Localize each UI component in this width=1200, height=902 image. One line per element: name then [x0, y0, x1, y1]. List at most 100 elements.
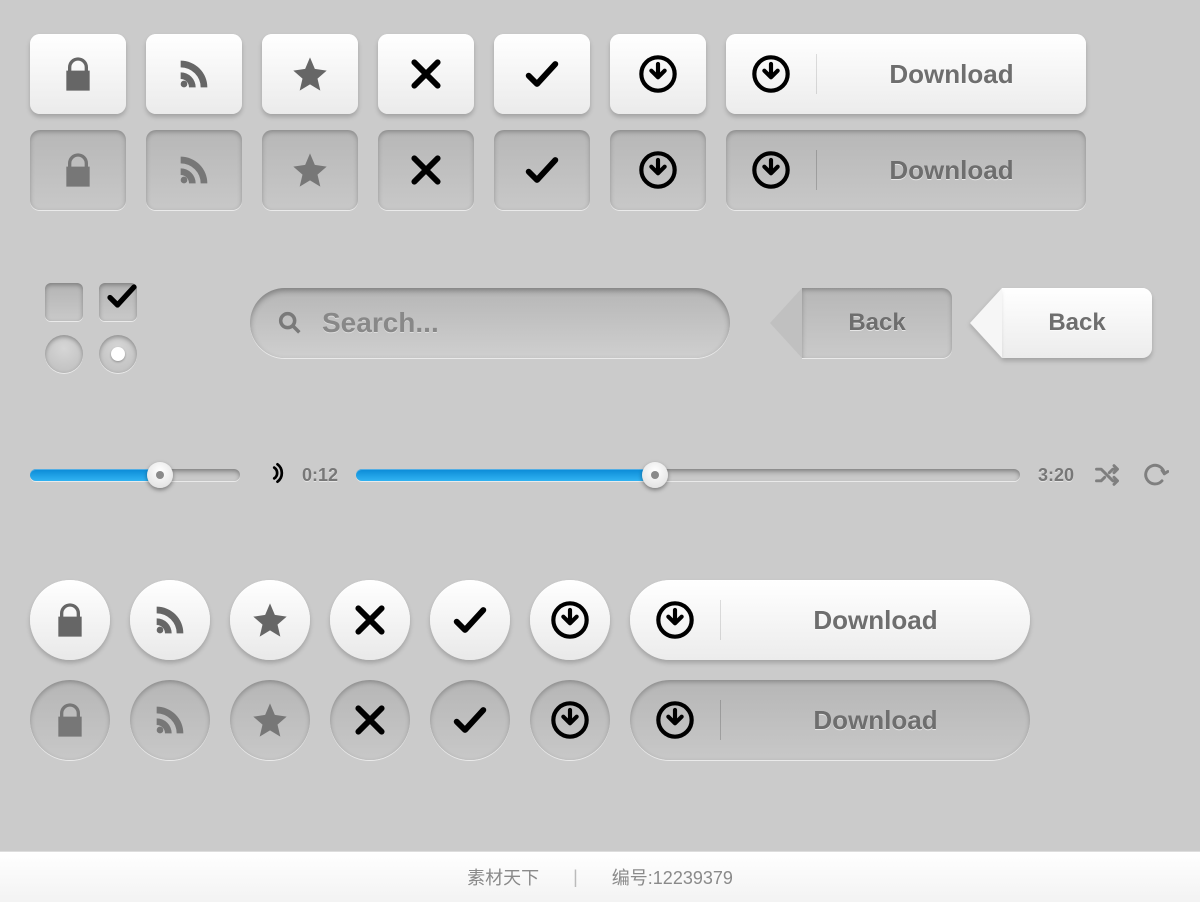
star-button-pressed[interactable] [262, 130, 358, 210]
round-button-row-pressed: Download [30, 680, 1030, 760]
star-button[interactable] [230, 580, 310, 660]
close-button-pressed[interactable] [330, 680, 410, 760]
check-icon [450, 600, 490, 640]
star-icon [290, 54, 330, 94]
repeat-button[interactable] [1140, 460, 1170, 490]
slider-thumb[interactable] [147, 462, 173, 488]
download-arrow-icon [655, 700, 695, 740]
back-button-raised[interactable]: Back [970, 288, 1152, 358]
lock-icon [50, 700, 90, 740]
rss-button-pressed[interactable] [130, 680, 210, 760]
check-button[interactable] [430, 580, 510, 660]
round-button-row-light: Download [30, 580, 1030, 660]
download-arrow-icon [638, 150, 678, 190]
download-button-pressed[interactable]: Download [630, 680, 1030, 760]
download-icon-button[interactable] [530, 580, 610, 660]
download-icon-button-pressed[interactable] [530, 680, 610, 760]
progress-slider[interactable] [356, 469, 1020, 481]
search-placeholder: Search... [322, 307, 439, 339]
back-arrow-icon [770, 288, 802, 358]
close-icon [350, 700, 390, 740]
checkbox-checked[interactable] [99, 283, 137, 321]
download-button[interactable]: Download [630, 580, 1030, 660]
star-icon [290, 150, 330, 190]
star-icon [250, 600, 290, 640]
check-icon [450, 700, 490, 740]
download-arrow-icon [550, 700, 590, 740]
download-arrow-icon [638, 54, 678, 94]
rss-icon [174, 54, 214, 94]
footer-item: 编号:12239379 [612, 864, 733, 890]
lock-icon [58, 54, 98, 94]
download-button-label: Download [817, 59, 1086, 90]
download-arrow-icon [550, 600, 590, 640]
check-icon [104, 278, 140, 314]
download-button-label: Download [721, 705, 1030, 736]
volume-fill [30, 469, 160, 481]
radio-unselected[interactable] [45, 335, 83, 373]
close-icon [406, 150, 446, 190]
repeat-icon [1141, 461, 1169, 489]
square-button-row-pressed: Download [30, 130, 1086, 210]
lock-icon [58, 150, 98, 190]
close-button[interactable] [378, 34, 474, 114]
back-label: Back [848, 309, 905, 337]
star-button[interactable] [262, 34, 358, 114]
download-arrow-icon [655, 600, 695, 640]
download-arrow-icon [751, 150, 791, 190]
download-button-label: Download [721, 605, 1030, 636]
shuffle-icon [1093, 461, 1121, 489]
shuffle-button[interactable] [1092, 460, 1122, 490]
download-button-label: Download [817, 155, 1086, 186]
download-arrow-icon [751, 54, 791, 94]
check-icon [522, 150, 562, 190]
lock-button[interactable] [30, 580, 110, 660]
star-icon [250, 700, 290, 740]
time-elapsed: 0:12 [302, 465, 338, 486]
volume-slider[interactable] [30, 469, 240, 481]
download-button[interactable]: Download [726, 34, 1086, 114]
time-total: 3:20 [1038, 465, 1074, 486]
volume-icon [258, 460, 284, 491]
progress-fill [356, 469, 655, 481]
close-icon [350, 600, 390, 640]
lock-button[interactable] [30, 34, 126, 114]
slider-thumb[interactable] [642, 462, 668, 488]
rss-button-pressed[interactable] [146, 130, 242, 210]
close-button[interactable] [330, 580, 410, 660]
download-icon-button[interactable] [610, 34, 706, 114]
check-button-pressed[interactable] [430, 680, 510, 760]
radio-dot [111, 347, 125, 361]
checkbox-unchecked[interactable] [45, 283, 83, 321]
lock-icon [50, 600, 90, 640]
rss-button[interactable] [146, 34, 242, 114]
check-button-pressed[interactable] [494, 130, 590, 210]
rss-button[interactable] [130, 580, 210, 660]
download-icon-button-pressed[interactable] [610, 130, 706, 210]
rss-icon [174, 150, 214, 190]
lock-button-pressed[interactable] [30, 680, 110, 760]
download-button-pressed[interactable]: Download [726, 130, 1086, 210]
back-button-inset[interactable]: Back [770, 288, 952, 358]
player-controls: 0:12 3:20 [30, 450, 1170, 500]
square-button-row-light: Download [30, 34, 1086, 114]
back-label: Back [1048, 309, 1105, 337]
footer-item-prefix: 编号 [612, 868, 648, 888]
toggle-group [45, 283, 175, 387]
footer-bar: 素材天下 | 编号:12239379 [0, 851, 1200, 902]
footer-item-id: 12239379 [653, 868, 733, 888]
close-button-pressed[interactable] [378, 130, 474, 210]
rss-icon [150, 700, 190, 740]
rss-icon [150, 600, 190, 640]
footer-source: 素材天下 [467, 864, 539, 890]
check-icon [522, 54, 562, 94]
footer-separator: | [573, 867, 578, 888]
back-arrow-icon [970, 288, 1002, 358]
star-button-pressed[interactable] [230, 680, 310, 760]
close-icon [406, 54, 446, 94]
search-input[interactable]: Search... [250, 288, 730, 358]
lock-button-pressed[interactable] [30, 130, 126, 210]
search-icon [276, 309, 304, 337]
check-button[interactable] [494, 34, 590, 114]
radio-selected[interactable] [99, 335, 137, 373]
